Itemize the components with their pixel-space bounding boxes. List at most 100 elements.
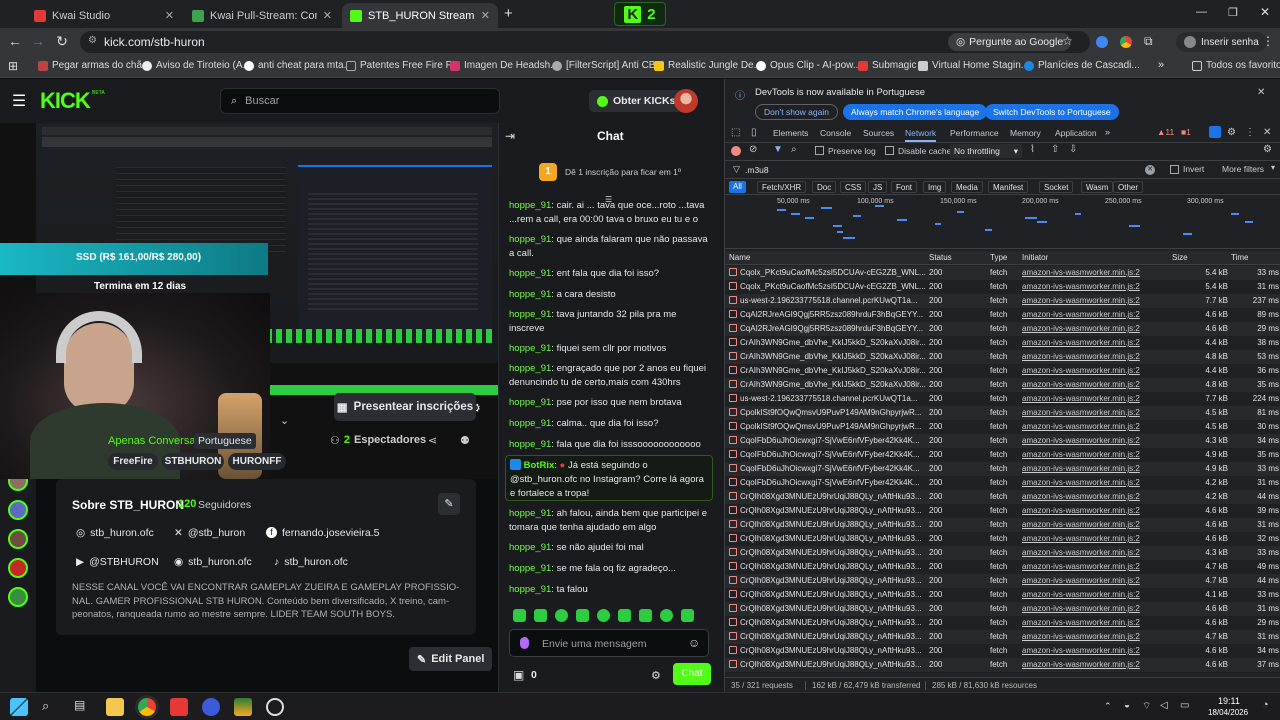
followed-channel-avatar[interactable] [8, 500, 28, 520]
bookmark-item[interactable]: Submagic [858, 60, 916, 71]
collapse-chevron-icon[interactable]: ⌄ [280, 414, 289, 427]
type-filter-doc[interactable]: Doc [812, 181, 837, 193]
request-initiator[interactable]: amazon-ivs-wasmworker.min.js:2 [1022, 534, 1168, 543]
emote-icon[interactable] [597, 609, 610, 622]
request-initiator[interactable]: amazon-ivs-wasmworker.min.js:2 [1022, 464, 1168, 473]
request-initiator[interactable]: amazon-ivs-wasmworker.min.js:2 [1022, 380, 1168, 389]
ask-google-button[interactable]: ◎ Pergunte ao Google [948, 33, 1072, 51]
emote-icon[interactable] [681, 609, 694, 622]
export-har-icon[interactable]: ⇩ [1069, 144, 1077, 155]
column-initiator[interactable]: Initiator [1022, 253, 1048, 262]
match-language-button[interactable]: Always match Chrome's language [843, 104, 988, 120]
type-filter-manifest[interactable]: Manifest [988, 181, 1029, 193]
address-bar[interactable]: ⚙ kick.com/stb-huron ◎ Pergunte ao Googl… [80, 31, 1090, 53]
switch-language-button[interactable]: Switch DevTools to Portuguese [985, 104, 1119, 120]
network-request-row[interactable]: CrAIh3WN9Gme_dbVhe_KkIJ5kkD_S20kaXvJ08ir… [725, 378, 1280, 392]
windows-start-icon[interactable] [10, 698, 28, 716]
network-request-row[interactable]: CrQIh08Xgd3MNUEzU9hrUqiJ88QLy_nAftHku93.… [725, 546, 1280, 560]
devtools-settings-icon[interactable]: ⚙ [1227, 127, 1236, 138]
devtools-menu-icon[interactable]: ⋮ [1245, 127, 1255, 138]
social-facebook[interactable]: f fernando.josevieira.5 [266, 527, 379, 539]
bookmark-item[interactable]: Realistic Jungle De... [654, 60, 762, 71]
record-icon[interactable] [731, 146, 741, 156]
network-request-row[interactable]: CqoIFbD6uJhOicwxgi7-SjVwE6nfVFyber42Kk4K… [725, 448, 1280, 462]
type-filter-font[interactable]: Font [891, 181, 918, 193]
column-name[interactable]: Name [729, 253, 750, 262]
type-filter-other[interactable]: Other [1113, 181, 1144, 193]
inspect-element-icon[interactable]: ⬚ [731, 127, 740, 138]
social-youtube[interactable]: ▶ @STBHURON [76, 556, 159, 568]
kick-extension-badge[interactable]: K 2 [614, 2, 666, 26]
tray-chevron-icon[interactable]: ⌃ [1104, 701, 1112, 712]
emote-icon[interactable] [576, 609, 589, 622]
network-request-row[interactable]: CrQIh08Xgd3MNUEzU9hrUqiJ88QLy_nAftHku93.… [725, 532, 1280, 546]
request-initiator[interactable]: amazon-ivs-wasmworker.min.js:2 [1022, 548, 1168, 557]
emote-icon[interactable] [618, 609, 631, 622]
new-tab-button[interactable]: + [504, 5, 513, 22]
type-filter-socket[interactable]: Socket [1039, 181, 1074, 193]
request-initiator[interactable]: amazon-ivs-wasmworker.min.js:2 [1022, 296, 1168, 305]
discord-taskbar-icon[interactable] [202, 698, 220, 716]
kick-logo[interactable]: KICK [40, 88, 91, 114]
chat-settings-icon[interactable]: ⚙ [651, 669, 661, 682]
minimize-window-icon[interactable]: — [1196, 6, 1207, 18]
edit-pencil-icon[interactable]: ✎ [438, 493, 460, 515]
get-kicks-button[interactable]: Obter KICKs [589, 90, 684, 112]
network-request-row[interactable]: CrAIh3WN9Gme_dbVhe_KkIJ5kkD_S20kaXvJ08ir… [725, 350, 1280, 364]
tag-chip[interactable]: STBHURON [162, 453, 224, 470]
followed-channel-avatar[interactable] [8, 529, 28, 549]
type-filter-js[interactable]: JS [868, 181, 888, 193]
network-request-row[interactable]: CrQIh08Xgd3MNUEzU9hrUqiJ88QLy_nAftHku93.… [725, 616, 1280, 630]
profile-button[interactable]: Inserir senha [1176, 32, 1267, 52]
network-request-row[interactable]: us-west-2.196233775518.channel.pcrKUwQT1… [725, 294, 1280, 308]
microphone-icon[interactable] [520, 637, 529, 649]
apps-grid-icon[interactable]: ⊞ [8, 59, 18, 73]
request-initiator[interactable]: amazon-ivs-wasmworker.min.js:2 [1022, 282, 1168, 291]
network-request-row[interactable]: CqoIFbD6uJhOicwxgi7-SjVwE6nfVFyber42Kk4K… [725, 462, 1280, 476]
social-instagram[interactable]: ◎ stb_huron.ofc [76, 527, 154, 539]
tab-application[interactable]: Application [1055, 128, 1097, 138]
type-filter-wasm[interactable]: Wasm [1081, 181, 1114, 193]
social-x[interactable]: ✕ @stb_huron [174, 527, 245, 539]
column-type[interactable]: Type [990, 253, 1007, 262]
emote-icon[interactable] [639, 609, 652, 622]
request-initiator[interactable]: amazon-ivs-wasmworker.min.js:2 [1022, 268, 1168, 277]
tab-performance[interactable]: Performance [950, 128, 999, 138]
request-initiator[interactable]: amazon-ivs-wasmworker.min.js:2 [1022, 422, 1168, 431]
pinned-leaderboard[interactable]: 1 Dê 1 inscrição para ficar em 1º [539, 161, 689, 183]
preserve-log-checkbox[interactable] [815, 146, 824, 155]
stream-video-player[interactable]: SSD (R$ 161,00/R$ 280,00) Termina em 12 … [0, 123, 498, 479]
network-request-row[interactable]: CrQIh08Xgd3MNUEzU9hrUqiJ88QLy_nAftHku93.… [725, 658, 1280, 672]
tab-memory[interactable]: Memory [1010, 128, 1041, 138]
request-initiator[interactable]: amazon-ivs-wasmworker.min.js:2 [1022, 450, 1168, 459]
network-request-row[interactable]: Cqolx_PKct9uCaofMc5zsI5DCUAv-cEG2ZB_WNL.… [725, 280, 1280, 294]
request-initiator[interactable]: amazon-ivs-wasmworker.min.js:2 [1022, 646, 1168, 655]
tag-chip[interactable]: FreeFire [108, 453, 158, 470]
category-link[interactable]: Apenas Conversa [108, 435, 195, 447]
request-initiator[interactable]: amazon-ivs-wasmworker.min.js:2 [1022, 632, 1168, 641]
more-bookmarks-icon[interactable]: » [1158, 59, 1164, 71]
throttling-select[interactable]: No throttling ▾ [950, 144, 1022, 158]
request-initiator[interactable]: amazon-ivs-wasmworker.min.js:2 [1022, 408, 1168, 417]
close-tab-icon[interactable]: ✕ [165, 9, 174, 22]
social-tiktok[interactable]: ♪ stb_huron.ofc [274, 556, 348, 568]
bookmark-item[interactable]: anti cheat para mta... [244, 60, 352, 71]
edit-panel-button[interactable]: ✎ Edit Panel [409, 647, 493, 671]
request-initiator[interactable]: amazon-ivs-wasmworker.min.js:2 [1022, 352, 1168, 361]
brazil-app-icon[interactable] [234, 698, 252, 716]
forward-icon[interactable]: → [26, 33, 50, 49]
tab-sources[interactable]: Sources [863, 128, 894, 138]
more-tabs-icon[interactable]: » [1105, 127, 1110, 137]
restore-window-icon[interactable]: ❐ [1228, 6, 1238, 19]
more-filters-dropdown[interactable]: More filters [1222, 164, 1264, 174]
network-request-row[interactable]: Cqolx_PKct9uCaofMc5zsI5DCUAv-cEG2ZB_WNL.… [725, 266, 1280, 280]
network-request-row[interactable]: CqAI2RJreAGI9Qgj5RR5zsz089hrduF3hBqGEYY.… [725, 322, 1280, 336]
request-initiator[interactable]: amazon-ivs-wasmworker.min.js:2 [1022, 520, 1168, 529]
emote-icon[interactable] [513, 609, 526, 622]
request-initiator[interactable]: amazon-ivs-wasmworker.min.js:2 [1022, 478, 1168, 487]
network-request-row[interactable]: CqoIFbD6uJhOicwxgi7-SjVwE6nfVFyber42Kk4K… [725, 434, 1280, 448]
clear-filter-icon[interactable]: ✕ [1145, 165, 1155, 175]
network-request-row[interactable]: CrQIh08Xgd3MNUEzU9hrUqiJ88QLy_nAftHku93.… [725, 560, 1280, 574]
kicks-wallet-icon[interactable]: ▣ [513, 668, 524, 682]
network-request-row[interactable]: CrQIh08Xgd3MNUEzU9hrUqiJ88QLy_nAftHku93.… [725, 588, 1280, 602]
